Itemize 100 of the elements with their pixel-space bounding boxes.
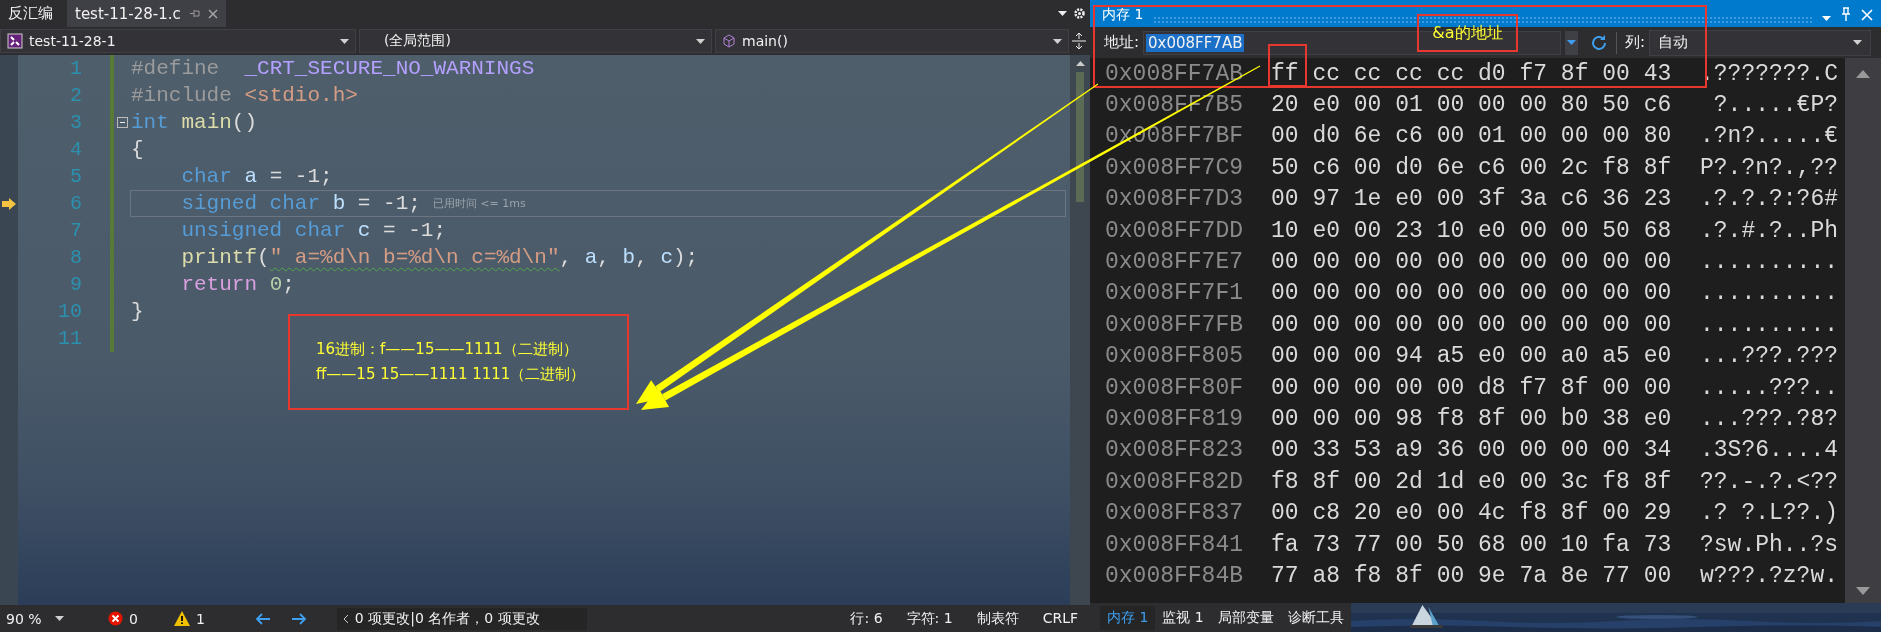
hex-byte: 00 — [1643, 249, 1672, 276]
annotation-text: ff——15 15——1111 1111（二进制） — [316, 365, 587, 384]
ascii-text: .......... — [1700, 280, 1839, 307]
hex-byte: 00 — [1560, 311, 1589, 338]
memory-address: 0x008FF805 — [1105, 343, 1245, 370]
panel-tab[interactable]: 诊断工具 — [1280, 605, 1351, 630]
ascii-text: ?.....€P? — [1712, 92, 1839, 119]
hex-byte: 00 — [1395, 249, 1423, 276]
hex-byte: 36 — [1436, 437, 1465, 464]
hex-byte: ff — [1271, 60, 1299, 87]
hex-byte: 00 — [1395, 311, 1423, 338]
code-line: char a = -1; — [180, 165, 333, 188]
hex-byte: 00 — [1271, 249, 1299, 276]
hex-byte: 00 — [1395, 531, 1423, 558]
hex-byte: 00 — [1643, 280, 1672, 307]
hex-byte: 00 — [1271, 186, 1299, 213]
hex-byte: 00 — [1519, 531, 1548, 558]
memory-address: 0x008FF7C9 — [1105, 154, 1245, 181]
project-dropdown[interactable]: test-11-28-1 — [0, 29, 356, 53]
warning-count: 1 — [195, 610, 205, 627]
line-number: 8 — [69, 246, 82, 269]
hex-byte: e0 — [1478, 217, 1506, 244]
ascii-text: .?n?.....€ — [1700, 123, 1839, 150]
hex-byte: 00 — [1312, 406, 1340, 432]
panel-tab[interactable]: 监视 1 — [1155, 605, 1211, 630]
memory-address: 0x008FF7FB — [1105, 311, 1245, 338]
hex-byte: 00 — [1353, 468, 1382, 495]
hex-byte: 4c — [1478, 500, 1506, 527]
line-number: 6 — [69, 192, 82, 215]
line-position: 行: 6 — [850, 609, 883, 628]
hex-byte: 00 — [1312, 249, 1340, 276]
hex-byte: fa — [1602, 531, 1630, 558]
indent-mode: 制表符 — [976, 609, 1019, 628]
hex-byte: e0 — [1312, 217, 1340, 244]
hex-byte: 3a — [1519, 186, 1548, 213]
hex-byte: 00 — [1353, 92, 1382, 119]
panel-tab[interactable]: 内存 1 — [1100, 605, 1156, 630]
hex-byte: 01 — [1478, 123, 1506, 150]
columns-label: 列: — [1625, 33, 1646, 52]
code-line: { — [131, 138, 144, 161]
columns-dropdown[interactable]: 自动 — [1649, 29, 1871, 56]
panel-title: 内存 1 — [1102, 6, 1144, 24]
editor-tab[interactable]: test-11-28-1.c — [67, 0, 226, 27]
hex-byte: 8f — [1478, 406, 1506, 432]
hex-byte: c6 — [1478, 154, 1506, 181]
hex-byte: 73 — [1312, 531, 1340, 558]
panel-tab[interactable]: 局部变量 — [1210, 605, 1281, 630]
line-number: 5 — [69, 165, 82, 188]
memory-address: 0x008FF819 — [1105, 406, 1245, 432]
memory-address: 0x008FF80F — [1105, 374, 1245, 401]
hex-byte: 20 — [1353, 500, 1382, 527]
hex-byte: 36 — [1602, 186, 1630, 213]
hex-byte: 29 — [1643, 500, 1672, 527]
hex-byte: f8 — [1353, 562, 1382, 589]
hex-byte: 00 — [1519, 123, 1548, 150]
hex-byte: 00 — [1436, 123, 1465, 150]
code-line: printf(" a=%d\n b=%d\n c=%d\n", a, b, c); — [180, 246, 699, 269]
hex-byte: d0 — [1312, 123, 1340, 150]
hex-byte: f8 — [1519, 500, 1548, 527]
line-number: 7 — [69, 219, 82, 242]
hex-byte: c6 — [1395, 123, 1423, 150]
hex-byte: 00 — [1353, 406, 1382, 432]
ascii-text: .......... — [1700, 311, 1839, 338]
hex-byte: 80 — [1560, 92, 1589, 119]
memory-address: 0x008FF82D — [1105, 468, 1245, 495]
hex-byte: 00 — [1271, 437, 1299, 464]
hex-byte: 73 — [1643, 531, 1672, 558]
hex-byte: a5 — [1436, 343, 1465, 370]
hex-byte: 1e — [1353, 186, 1382, 213]
hex-byte: 00 — [1478, 311, 1506, 338]
hex-byte: 00 — [1271, 123, 1299, 150]
code-line: #include <stdio.h> — [131, 84, 358, 107]
hex-byte: a9 — [1395, 437, 1423, 464]
hex-byte: 00 — [1519, 437, 1548, 464]
hex-byte: d0 — [1395, 154, 1423, 181]
ascii-text: ...???.?8? — [1700, 406, 1839, 432]
hex-byte: 00 — [1271, 374, 1299, 401]
ascii-text: ...???.??? — [1700, 343, 1839, 370]
hex-byte: 80 — [1643, 123, 1672, 150]
member-dropdown[interactable]: main() — [715, 29, 1069, 53]
memory-address: 0x008FF7DD — [1105, 217, 1245, 244]
line-number: 11 — [57, 327, 82, 350]
hex-byte: f8 — [1436, 406, 1465, 432]
hex-byte: 20 — [1271, 92, 1299, 119]
hex-byte: 7a — [1519, 562, 1548, 589]
line-number: 4 — [69, 138, 82, 161]
ascii-text: P?.?n?.,?? — [1700, 154, 1839, 181]
ascii-text: .3S?6....4 — [1700, 437, 1839, 464]
hex-byte: 00 — [1353, 280, 1382, 307]
line-number: 1 — [69, 57, 82, 80]
hex-byte: 00 — [1560, 437, 1589, 464]
ascii-text: .....???.. — [1700, 374, 1839, 401]
scope-dropdown[interactable]: (全局范围) — [359, 29, 712, 53]
hex-byte: a5 — [1602, 343, 1630, 370]
hex-byte: 00 — [1353, 374, 1382, 401]
memory-address: 0x008FF841 — [1105, 531, 1245, 558]
hex-byte: f7 — [1519, 60, 1548, 87]
line-number: 9 — [69, 273, 82, 296]
hex-byte: 00 — [1395, 374, 1423, 401]
hex-byte: 33 — [1312, 437, 1340, 464]
